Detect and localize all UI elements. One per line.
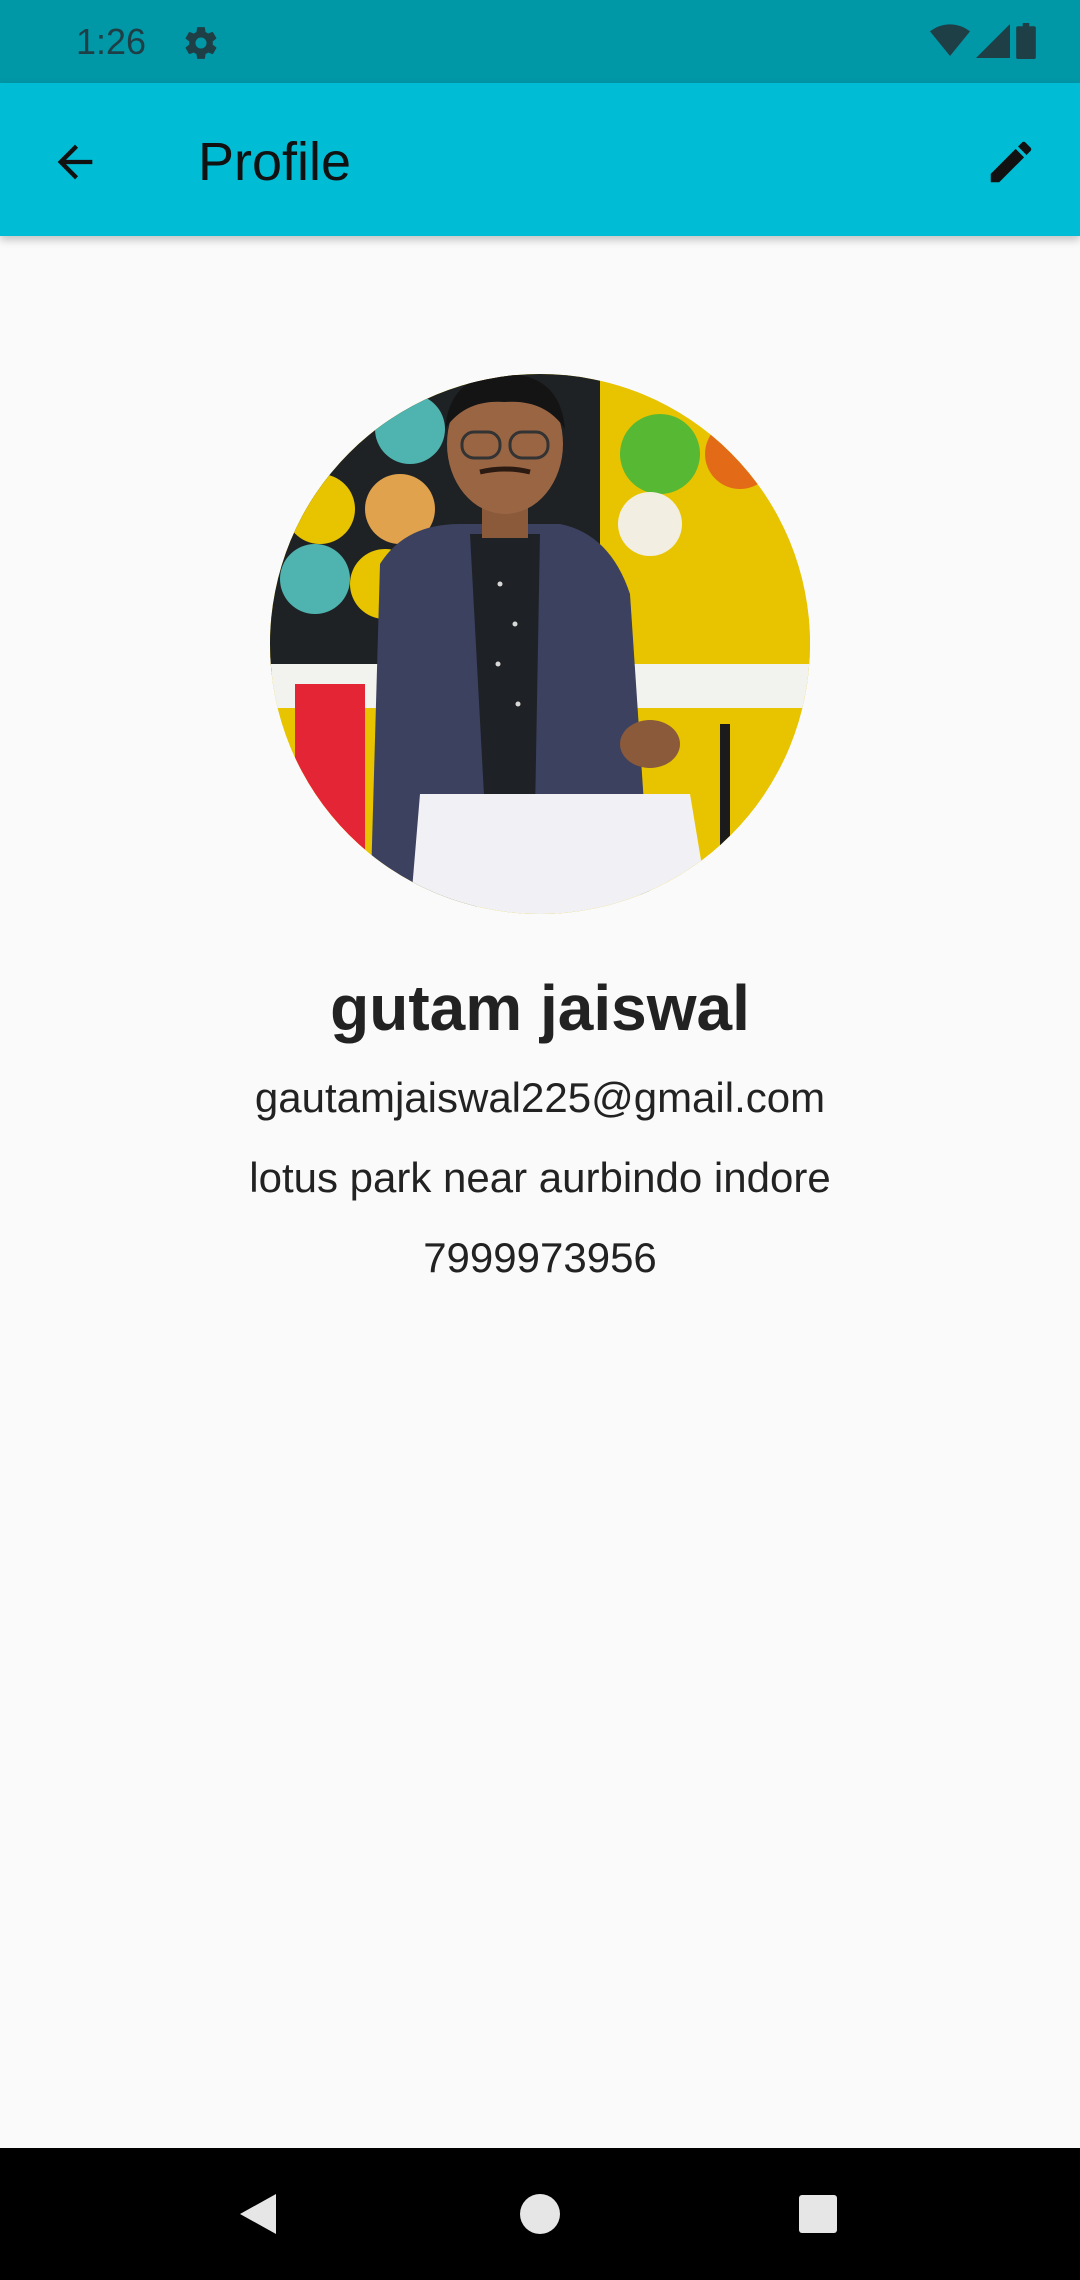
nav-home-button[interactable] — [508, 2182, 572, 2246]
status-bar: 1:26 — [0, 0, 1080, 83]
nav-recent-icon — [799, 2195, 837, 2233]
nav-home-icon — [520, 2194, 560, 2234]
nav-recent-button[interactable] — [786, 2182, 850, 2246]
system-navigation-bar — [0, 2148, 1080, 2280]
profile-phone: 7999973956 — [423, 1234, 657, 1281]
edit-profile-button[interactable] — [976, 127, 1046, 197]
app-bar: Profile — [0, 83, 1080, 236]
nav-back-button[interactable] — [226, 2182, 290, 2246]
profile-email: gautamjaiswal225@gmail.com — [254, 1074, 826, 1121]
back-button[interactable] — [40, 127, 110, 197]
profile-photo — [270, 374, 810, 914]
nav-back-icon — [240, 2194, 276, 2234]
battery-icon — [1016, 22, 1036, 64]
gear-icon — [182, 24, 220, 62]
signal-icon — [976, 23, 1010, 63]
status-icons — [930, 22, 1036, 64]
profile-avatar — [270, 374, 810, 914]
profile-address: lotus park near aurbindo indore — [249, 1154, 831, 1201]
profile-name: gutam jaiswal — [330, 972, 750, 1044]
status-time: 1:26 — [76, 21, 147, 62]
arrow-back-icon — [57, 144, 93, 180]
page-title: Profile — [198, 132, 352, 192]
edit-pencil-icon — [990, 141, 1032, 183]
wifi-icon — [930, 23, 970, 63]
